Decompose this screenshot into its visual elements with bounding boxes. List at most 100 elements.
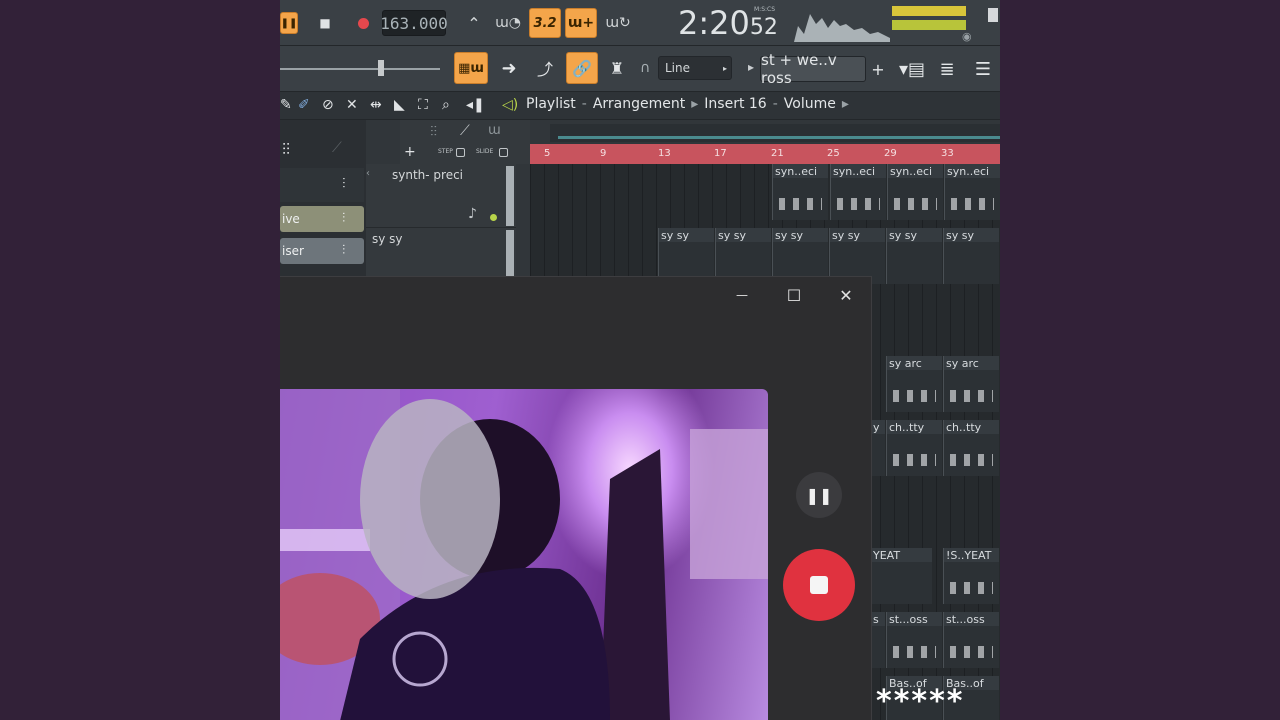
playback-tool-icon[interactable]: ◂❚ bbox=[466, 97, 485, 113]
record-button[interactable] bbox=[352, 12, 374, 34]
loop-button[interactable]: ɯ↻ bbox=[602, 10, 634, 36]
slide-checkbox[interactable] bbox=[499, 148, 508, 157]
slip-tool-icon[interactable]: ⇹ bbox=[370, 97, 382, 113]
waveform-monitor bbox=[794, 14, 890, 42]
clip-yeat[interactable]: YEAT bbox=[870, 548, 932, 604]
snap-selector[interactable]: Line ▸ bbox=[658, 56, 732, 80]
picker-clip-ive[interactable]: ive ⫶ bbox=[280, 206, 364, 232]
playlist-header-controls: ⫶⫶ ⟋ ɯ + STEP SLIDE bbox=[400, 120, 530, 164]
pause-recording-button[interactable]: ❚❚ bbox=[796, 472, 842, 518]
eye-icon[interactable]: ◉ bbox=[962, 30, 972, 43]
clip-stoss[interactable]: s bbox=[870, 612, 885, 668]
mute-tool-icon[interactable]: ✕ bbox=[346, 97, 358, 113]
clip-synth[interactable]: syn..eci bbox=[944, 164, 1000, 220]
channel-rack-button[interactable]: ☰ bbox=[968, 54, 998, 84]
clip-yeat[interactable]: !S..YEAT bbox=[943, 548, 999, 604]
step-checkbox[interactable] bbox=[456, 148, 465, 157]
slice-tool-icon[interactable]: ◣ bbox=[394, 97, 405, 113]
tools-toolbar: ▦ɯ ➜ ⤴ 🔗 ♜ ∩ Line ▸ ▸ st + we..v ross + … bbox=[280, 46, 1000, 92]
mixer-button[interactable]: ▾▤ bbox=[896, 54, 928, 84]
stop-icon bbox=[810, 576, 828, 594]
next-button[interactable]: ➜ bbox=[494, 54, 524, 82]
poster bbox=[690, 429, 768, 579]
pitch-slider-handle[interactable] bbox=[378, 60, 384, 76]
track-color-bar bbox=[506, 230, 514, 276]
piano-roll-button[interactable]: ≣ bbox=[932, 54, 962, 84]
brush-icon[interactable]: ✎ bbox=[280, 97, 292, 113]
track-header-synth[interactable]: ‹ synth- preci ♪ bbox=[366, 164, 516, 228]
clip-notes bbox=[951, 198, 994, 210]
clip-chatty[interactable]: y bbox=[870, 420, 885, 476]
clip-notes bbox=[779, 198, 822, 210]
clip-stoss[interactable]: st...oss bbox=[943, 612, 999, 668]
delete-tool-icon[interactable]: ⊘ bbox=[322, 97, 334, 113]
timeline-ruler[interactable]: 5 9 13 17 21 25 29 33 bbox=[530, 144, 1000, 164]
pattern-selector[interactable]: st + we..v ross bbox=[760, 51, 866, 87]
pause-icon: ❚❚ bbox=[280, 17, 298, 29]
chevron-right-icon: ▸ bbox=[722, 63, 727, 73]
rating-stars: ***** bbox=[876, 684, 965, 719]
play-button[interactable]: ❚❚ bbox=[280, 12, 298, 34]
hat-tool-button[interactable]: ♜ bbox=[602, 54, 632, 82]
ceiling-light bbox=[280, 529, 370, 551]
track-header-sysy[interactable]: sy sy bbox=[366, 228, 516, 276]
record-icon bbox=[357, 17, 369, 29]
stop-recording-button[interactable] bbox=[783, 549, 855, 621]
overview-bar[interactable] bbox=[550, 124, 1000, 142]
close-button[interactable]: ✕ bbox=[832, 285, 860, 305]
clip-sysy[interactable]: sy sy bbox=[943, 228, 999, 284]
playlist-icon: ▦ɯ bbox=[458, 60, 484, 76]
transport-toolbar: ❚❚ ■ 163.000 ⌃ ɯ◔ 3.2 ɯ+ ɯ↻ 2:2052 M:S:C… bbox=[280, 0, 1000, 46]
metronome-icon: ⌃ bbox=[467, 13, 481, 33]
wait-record-button[interactable]: ɯ◔ bbox=[492, 10, 524, 36]
clip-syarc[interactable]: sy arc bbox=[943, 356, 999, 412]
playlist-breadcrumb: Playlist - Arrangement ▸ Insert 16- Volume ▸ bbox=[526, 96, 849, 112]
stop-transport-button[interactable]: ■ bbox=[314, 12, 336, 34]
maximize-button[interactable]: ☐ bbox=[780, 285, 808, 305]
picker-row[interactable]: ⫶ bbox=[280, 168, 364, 202]
pattern-icon[interactable]: ɯ bbox=[488, 123, 501, 138]
note-icon: ♪ bbox=[468, 206, 477, 222]
link-button[interactable]: 🔗 bbox=[566, 52, 598, 84]
step-edit-button[interactable]: ɯ+ bbox=[565, 8, 597, 38]
money-fan bbox=[360, 399, 500, 599]
volume-slider-handle[interactable] bbox=[988, 8, 998, 22]
channel-rack-icon: ☰ bbox=[974, 58, 992, 80]
stop-icon: ■ bbox=[319, 16, 331, 30]
clip-synth[interactable]: syn..eci bbox=[830, 164, 886, 220]
track-active-led[interactable] bbox=[490, 214, 497, 221]
pattern-display[interactable]: 3.2 bbox=[529, 8, 561, 38]
clip-synth[interactable]: syn..eci bbox=[772, 164, 828, 220]
clip-synth[interactable]: syn..eci bbox=[887, 164, 943, 220]
track-color-bar bbox=[506, 166, 514, 226]
overview-scroll[interactable] bbox=[558, 136, 1000, 139]
tempo-display[interactable]: 163.000 bbox=[380, 10, 448, 36]
clip-notes bbox=[837, 198, 880, 210]
webcam-scene bbox=[280, 389, 768, 720]
close-icon: ✕ bbox=[839, 285, 853, 305]
select-tool-icon[interactable]: ⛶ bbox=[418, 97, 428, 113]
minimize-button[interactable]: — bbox=[728, 285, 756, 305]
clip-notes bbox=[950, 582, 993, 594]
add-track-button[interactable]: + bbox=[404, 144, 416, 160]
clip-sysy[interactable]: sy sy bbox=[886, 228, 942, 284]
pencil-tool-button[interactable]: ⤴ bbox=[530, 54, 560, 82]
clip-stoss[interactable]: st...oss bbox=[886, 612, 942, 668]
metronome-button[interactable]: ⌃ bbox=[458, 10, 490, 36]
add-pattern-button[interactable]: + bbox=[868, 56, 888, 82]
paint-icon[interactable]: ✐ bbox=[298, 97, 310, 113]
audio-wave-icon: ⫶ bbox=[342, 211, 346, 226]
audio-wave-icon[interactable]: ⫶⫶ bbox=[430, 124, 437, 140]
zoom-tool-icon[interactable]: ⌕ bbox=[442, 97, 450, 113]
picker-clip-iser[interactable]: iser ⫶ bbox=[280, 238, 364, 264]
clip-chatty[interactable]: ch..tty bbox=[943, 420, 999, 476]
clip-syarc[interactable]: sy arc bbox=[886, 356, 942, 412]
automation-curve-icon[interactable]: ⟋ bbox=[460, 123, 470, 139]
link-icon: 🔗 bbox=[572, 58, 592, 78]
step-label: STEP bbox=[438, 148, 453, 155]
master-pitch-slider[interactable] bbox=[280, 68, 440, 70]
clip-notes bbox=[893, 454, 936, 466]
clip-chatty[interactable]: ch..tty bbox=[886, 420, 942, 476]
pattern-prev-icon[interactable]: ▸ bbox=[748, 60, 754, 74]
playlist-button[interactable]: ▦ɯ bbox=[454, 52, 488, 84]
